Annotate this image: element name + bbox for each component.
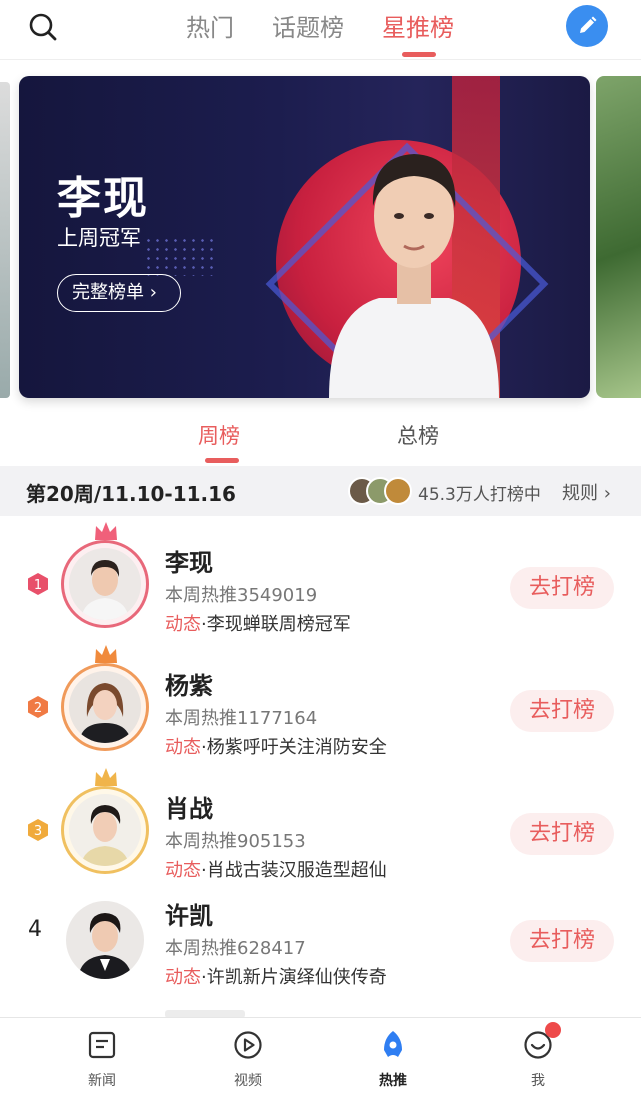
nav-video[interactable]: 视频	[208, 1018, 288, 1100]
rank-badge-3: 3	[28, 819, 48, 841]
week-info-bar: 第20周/11.10-11.16 45.3万人打榜中 规则 ›	[0, 466, 641, 516]
svg-text:2: 2	[34, 701, 42, 716]
pencil-icon	[580, 16, 597, 33]
nav-me[interactable]: 我	[498, 1018, 578, 1100]
rocket-icon	[384, 1031, 402, 1057]
active-subtab-indicator	[205, 458, 239, 463]
vote-button[interactable]: 去打榜	[510, 920, 614, 962]
crown-icon	[95, 522, 117, 540]
full-list-button[interactable]: 完整榜单 ›	[57, 274, 181, 312]
rank-badge-2: 2	[28, 696, 48, 718]
active-tab-indicator	[402, 52, 436, 57]
news-line[interactable]: 动态·肖战古装汉服造型超仙	[165, 856, 387, 882]
banner-subtitle: 上周冠军	[57, 226, 141, 250]
nav-me-label: 我	[531, 1073, 545, 1089]
star-name: 许凯	[165, 902, 213, 930]
weekly-score: 本周热推628417	[165, 938, 306, 959]
news-icon	[88, 1031, 116, 1059]
edit-button[interactable]	[566, 5, 608, 47]
weekly-score: 本周热推1177164	[165, 708, 318, 729]
star-name: 李现	[165, 549, 213, 577]
nav-hot[interactable]: 热推	[353, 1018, 433, 1100]
news-tag: 动态	[165, 860, 201, 881]
news-tag: 动态	[165, 967, 201, 988]
nav-hot-label: 热推	[379, 1073, 407, 1089]
nav-news-label: 新闻	[88, 1073, 116, 1089]
vote-button[interactable]: 去打榜	[510, 813, 614, 855]
list-item[interactable]: 3 肖战 本周热推905153 动态·肖战古装汉服造型超仙 去打榜	[0, 766, 641, 888]
play-icon	[234, 1031, 262, 1059]
avatar[interactable]	[66, 901, 144, 979]
fans-count: 45.3万人打榜中	[418, 485, 541, 505]
weekly-score: 本周热推3549019	[165, 585, 318, 606]
crown-icon	[95, 645, 117, 663]
fan-avatars	[348, 477, 412, 505]
banner-champion-name: 李现	[57, 173, 149, 224]
news-line[interactable]: 动态·杨紫呼吁关注消防安全	[165, 733, 387, 759]
list-item[interactable]: 2 杨紫 本周热推1177164 动态·杨紫呼吁关注消防安全 去打榜	[0, 643, 641, 765]
next-banner-peek[interactable]	[596, 76, 641, 398]
prev-banner-peek[interactable]	[0, 82, 10, 398]
svg-text:3: 3	[34, 824, 42, 839]
svg-text:1: 1	[34, 578, 42, 593]
tab-overall[interactable]: 总榜	[397, 420, 439, 450]
banner-carousel[interactable]: 李现 上周冠军 完整榜单 ›	[0, 76, 641, 400]
notification-dot	[545, 1022, 561, 1038]
news-tag: 动态	[165, 614, 201, 635]
banner-decor-dots	[144, 236, 214, 276]
champion-portrait	[329, 154, 499, 398]
star-name: 肖战	[165, 795, 213, 823]
news-text: ·李现蝉联周榜冠军	[201, 614, 351, 635]
week-title: 第20周/11.10-11.16	[26, 482, 236, 506]
avatar[interactable]	[69, 548, 141, 620]
tab-weekly[interactable]: 周榜	[198, 420, 240, 450]
list-item[interactable]: 1 李现 本周热推3549019 动态·李现蝉联周榜冠军 去打榜	[0, 520, 641, 642]
vote-button[interactable]: 去打榜	[510, 690, 614, 732]
news-text: ·杨紫呼吁关注消防安全	[201, 737, 387, 758]
search-icon[interactable]	[26, 10, 60, 44]
top-nav: 热门 话题榜 星推榜	[0, 0, 641, 58]
nav-news[interactable]: 新闻	[62, 1018, 142, 1100]
news-line[interactable]: 动态·许凯新片演绎仙侠传奇	[165, 963, 387, 989]
news-text: ·许凯新片演绎仙侠传奇	[201, 967, 387, 988]
champion-banner[interactable]: 李现 上周冠军 完整榜单 ›	[19, 76, 590, 398]
news-line[interactable]: 动态·李现蝉联周榜冠军	[165, 610, 351, 636]
avatar[interactable]	[69, 671, 141, 743]
news-tag: 动态	[165, 737, 201, 758]
tab-star-rank[interactable]: 星推榜	[382, 8, 454, 43]
divider	[0, 59, 641, 60]
tab-hot[interactable]: 热门	[186, 8, 234, 43]
rules-link[interactable]: 规则 ›	[562, 479, 611, 505]
rank-badge-1: 1	[28, 573, 48, 595]
rank-number: 4	[28, 917, 42, 942]
nav-video-label: 视频	[234, 1073, 262, 1089]
avatar	[384, 477, 412, 505]
star-name: 杨紫	[165, 672, 213, 700]
tab-topics[interactable]: 话题榜	[272, 8, 344, 43]
avatar[interactable]	[69, 794, 141, 866]
list-item[interactable]: 4 许凯 本周热推628417 动态·许凯新片演绎仙侠传奇 去打榜	[0, 889, 641, 1011]
crown-icon	[95, 768, 117, 786]
vote-button[interactable]: 去打榜	[510, 567, 614, 609]
news-text: ·肖战古装汉服造型超仙	[201, 860, 387, 881]
weekly-score: 本周热推905153	[165, 831, 306, 852]
